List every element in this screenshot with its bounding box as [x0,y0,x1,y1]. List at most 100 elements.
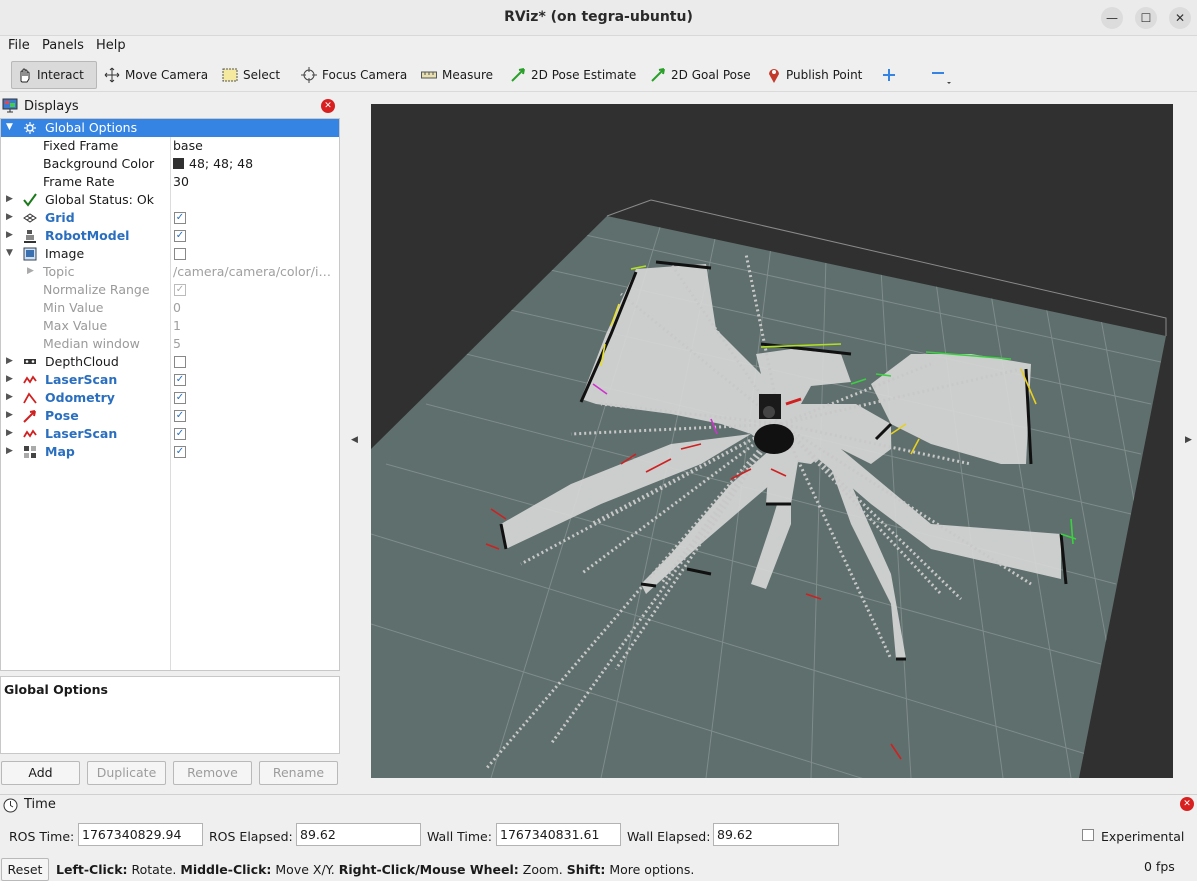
maximize-button[interactable]: ☐ [1135,7,1157,29]
wall-elapsed-field[interactable]: 89.62 [713,823,839,846]
pose-checkbox[interactable]: ✓ [174,410,186,422]
background-color-value[interactable]: 48; 48; 48 [173,156,253,171]
normalize-range-checkbox[interactable]: ✓ [174,284,186,296]
expand-arrow-icon[interactable]: ▶ [6,194,13,204]
expand-arrow-icon[interactable]: ▶ [6,428,13,438]
focus-camera-label: Focus Camera [322,68,408,82]
image-label: Image [45,246,85,261]
crosshair-icon [301,67,317,83]
tree-row-frame-rate[interactable]: Frame Rate 30 [1,173,339,191]
render-viewport[interactable] [371,104,1173,778]
green-arrow-icon [651,68,665,82]
max-value[interactable]: 1 [173,318,181,333]
frame-rate-value[interactable]: 30 [173,174,189,189]
ros-elapsed-field[interactable]: 89.62 [296,823,421,846]
wall-time-field[interactable]: 1767340831.61 [496,823,621,846]
depth-camera-icon [24,359,36,364]
select-tool-button[interactable]: Select [218,61,284,89]
tree-row-laser-scan-1[interactable]: ▶ LaserScan ✓ [1,371,339,389]
menu-help[interactable]: Help [96,38,126,53]
wall-time-label: Wall Time: [427,829,492,844]
interact-label: Interact [37,68,84,82]
scene-3d[interactable] [371,104,1173,778]
expand-arrow-icon[interactable]: ▶ [6,392,13,402]
add-tool-button[interactable] [878,61,900,89]
close-window-button[interactable]: ✕ [1169,7,1191,29]
tree-row-normalize-range[interactable]: Normalize Range ✓ [1,281,339,299]
tree-row-grid[interactable]: ▶ Grid ✓ [1,209,339,227]
tree-row-fixed-frame[interactable]: Fixed Frame base [1,137,339,155]
depth-cloud-checkbox[interactable] [174,356,186,368]
tree-row-max-value[interactable]: Max Value 1 [1,317,339,335]
measure-tool-button[interactable]: Measure [417,61,497,89]
image-checkbox[interactable] [174,248,186,260]
tree-row-map[interactable]: ▶ Map ✓ [1,443,339,461]
tree-row-topic[interactable]: ▶ Topic /camera/camera/color/im... [1,263,339,281]
minimize-button[interactable]: — [1101,7,1123,29]
odometry-checkbox[interactable]: ✓ [174,392,186,404]
collapse-right-arrow-icon[interactable]: ▶ [1185,435,1192,445]
image-icon [23,247,37,261]
tree-row-global-options[interactable]: ▼ Global Options [1,119,339,137]
interact-tool-button[interactable]: Interact [11,61,97,89]
rename-display-button[interactable]: Rename [259,761,338,785]
min-value[interactable]: 0 [173,300,181,315]
expand-arrow-icon[interactable]: ▶ [6,374,13,384]
ros-time-field[interactable]: 1767340829.94 [78,823,203,846]
expand-arrow-icon[interactable]: ▼ [6,248,13,258]
focus-camera-tool-button[interactable]: Focus Camera [297,61,411,89]
tree-row-laser-scan-2[interactable]: ▶ LaserScan ✓ [1,425,339,443]
normalize-range-label: Normalize Range [43,282,150,297]
laser-scan-2-checkbox[interactable]: ✓ [174,428,186,440]
check-icon [23,193,37,207]
tree-row-image[interactable]: ▼ Image [1,245,339,263]
pose-estimate-tool-button[interactable]: 2D Pose Estimate [506,61,640,89]
fps-readout: 0 fps [1144,859,1175,874]
remove-tool-button[interactable] [926,61,958,89]
duplicate-display-button[interactable]: Duplicate [87,761,166,785]
background-color-text: 48; 48; 48 [189,156,254,171]
robot-model-checkbox[interactable]: ✓ [174,230,186,242]
expand-arrow-icon[interactable]: ▶ [6,410,13,420]
tree-row-global-status[interactable]: ▶ Global Status: Ok [1,191,339,209]
expand-arrow-icon[interactable]: ▶ [6,230,13,240]
menu-file[interactable]: File [8,38,30,53]
expand-arrow-icon[interactable]: ▶ [6,356,13,366]
move-camera-tool-button[interactable]: Move Camera [100,61,212,89]
tree-row-odometry[interactable]: ▶ Odometry ✓ [1,389,339,407]
tree-row-depth-cloud[interactable]: ▶ DepthCloud [1,353,339,371]
status-bar-hint: Left-Click: Rotate. Middle-Click: Move X… [56,862,694,877]
close-displays-button[interactable]: ✕ [321,99,335,113]
tree-row-median-window[interactable]: Median window 5 [1,335,339,353]
goal-pose-tool-button[interactable]: 2D Goal Pose [646,61,755,89]
laser-scan-icon [23,429,37,438]
reset-button[interactable]: Reset [1,858,49,881]
publish-point-tool-button[interactable]: Publish Point [763,61,866,89]
odometry-label: Odometry [45,390,115,405]
pose-arrow-icon [23,410,36,423]
close-icon: ✕ [1183,799,1191,809]
tree-row-robot-model[interactable]: ▶ RobotModel ✓ [1,227,339,245]
tree-row-min-value[interactable]: Min Value 0 [1,299,339,317]
wall-elapsed-label: Wall Elapsed: [627,829,711,844]
hint-left-click: Left-Click: [56,862,128,877]
experimental-checkbox[interactable] [1082,829,1094,841]
grid-checkbox[interactable]: ✓ [174,212,186,224]
expand-arrow-icon[interactable]: ▶ [6,446,13,456]
map-checkbox[interactable]: ✓ [174,446,186,458]
expand-arrow-icon[interactable]: ▼ [6,122,13,132]
close-time-panel-button[interactable]: ✕ [1180,797,1194,811]
expand-arrow-icon[interactable]: ▶ [6,212,13,222]
expand-arrow-icon[interactable]: ▶ [27,266,34,276]
median-window-value[interactable]: 5 [173,336,181,351]
menu-panels[interactable]: Panels [42,38,84,53]
topic-value[interactable]: /camera/camera/color/im... [173,264,337,279]
laser-scan-1-checkbox[interactable]: ✓ [174,374,186,386]
tree-row-pose[interactable]: ▶ Pose ✓ [1,407,339,425]
collapse-left-arrow-icon[interactable]: ◀ [351,435,358,445]
remove-display-button[interactable]: Remove [173,761,252,785]
fixed-frame-value[interactable]: base [173,138,203,153]
depth-cloud-label: DepthCloud [45,354,119,369]
tree-row-background-color[interactable]: Background Color 48; 48; 48 [1,155,339,173]
add-display-button[interactable]: Add [1,761,80,785]
